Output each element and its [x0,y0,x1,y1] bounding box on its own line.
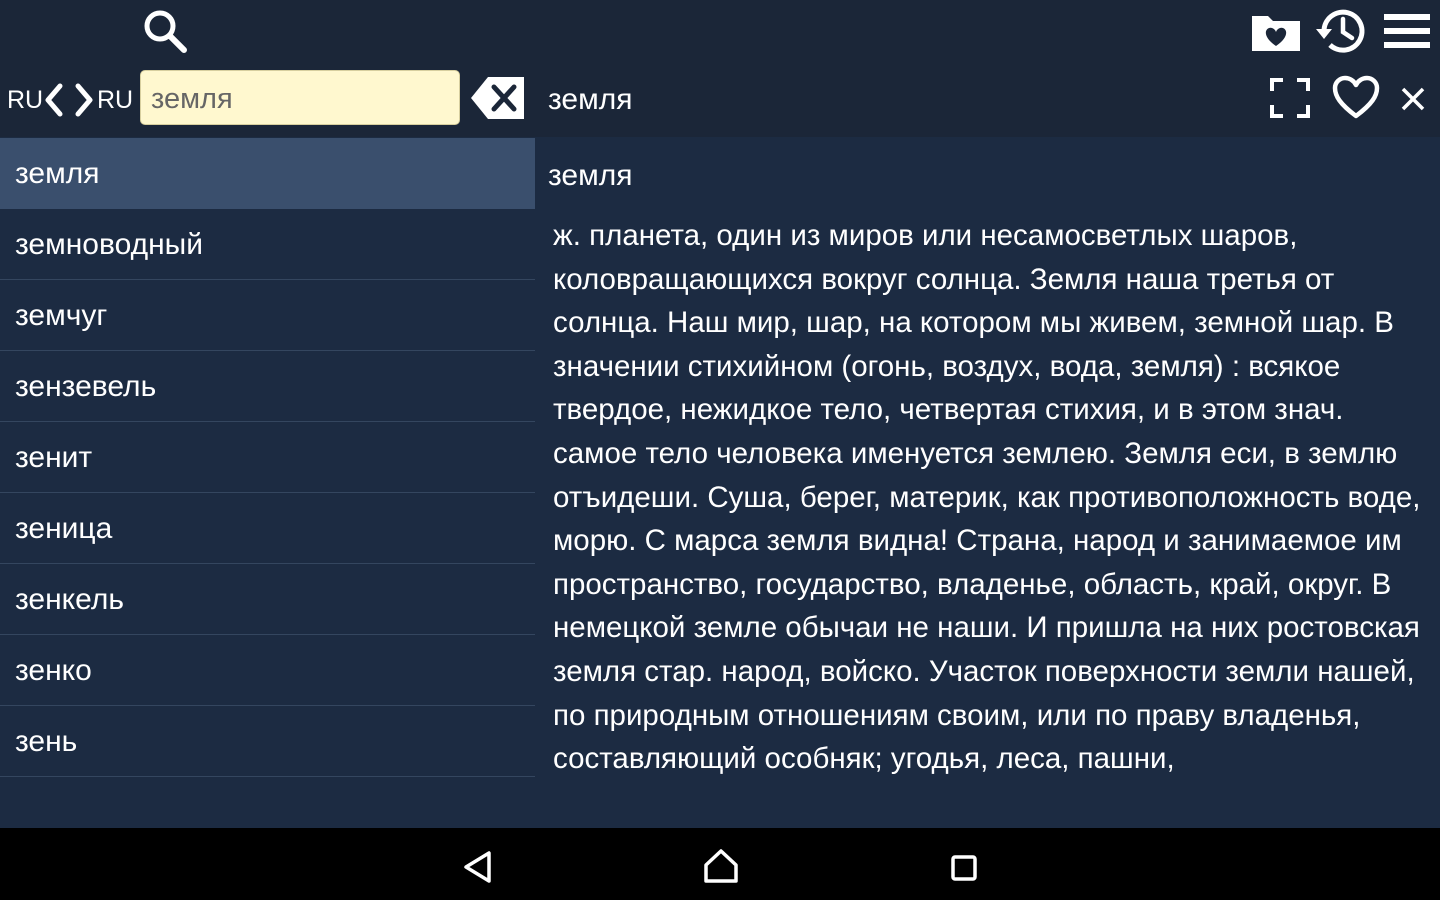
hamburger-menu-icon[interactable] [1382,8,1432,54]
list-item[interactable]: зень [0,706,535,777]
fullscreen-icon[interactable] [1270,78,1310,118]
list-item[interactable]: зеница [0,493,535,564]
close-icon[interactable] [1400,86,1426,112]
article-pane[interactable]: земля ж. планета, один из миров или неса… [535,138,1440,828]
heart-folder-icon[interactable] [1250,8,1302,54]
search-icon[interactable] [142,8,188,54]
home-icon[interactable] [703,848,739,884]
search-field[interactable] [140,70,460,125]
recents-square-icon[interactable] [950,854,978,882]
back-triangle-icon[interactable] [462,850,494,884]
article-title: земля [548,159,633,192]
list-item[interactable]: земля [0,138,535,209]
list-item[interactable]: зенкель [0,564,535,635]
article-header-word: земля [548,83,633,116]
list-item[interactable]: зензевель [0,351,535,422]
list-item[interactable]: земчуг [0,280,535,351]
search-input[interactable] [151,81,449,117]
heart-icon[interactable] [1332,74,1380,122]
list-item[interactable]: зенко [0,635,535,706]
source-language-label[interactable]: RU [7,82,43,118]
list-item[interactable]: зенит [0,422,535,493]
history-icon[interactable] [1314,4,1368,58]
language-swap-icon[interactable] [42,82,96,118]
word-list: земля земноводный земчуг зензевель зенит… [0,138,535,828]
clear-search-button[interactable] [470,75,526,121]
target-language-label[interactable]: RU [97,82,133,118]
list-item[interactable]: земноводный [0,209,535,280]
article-body: ж. планета, один из миров или несамосвет… [553,219,1421,776]
